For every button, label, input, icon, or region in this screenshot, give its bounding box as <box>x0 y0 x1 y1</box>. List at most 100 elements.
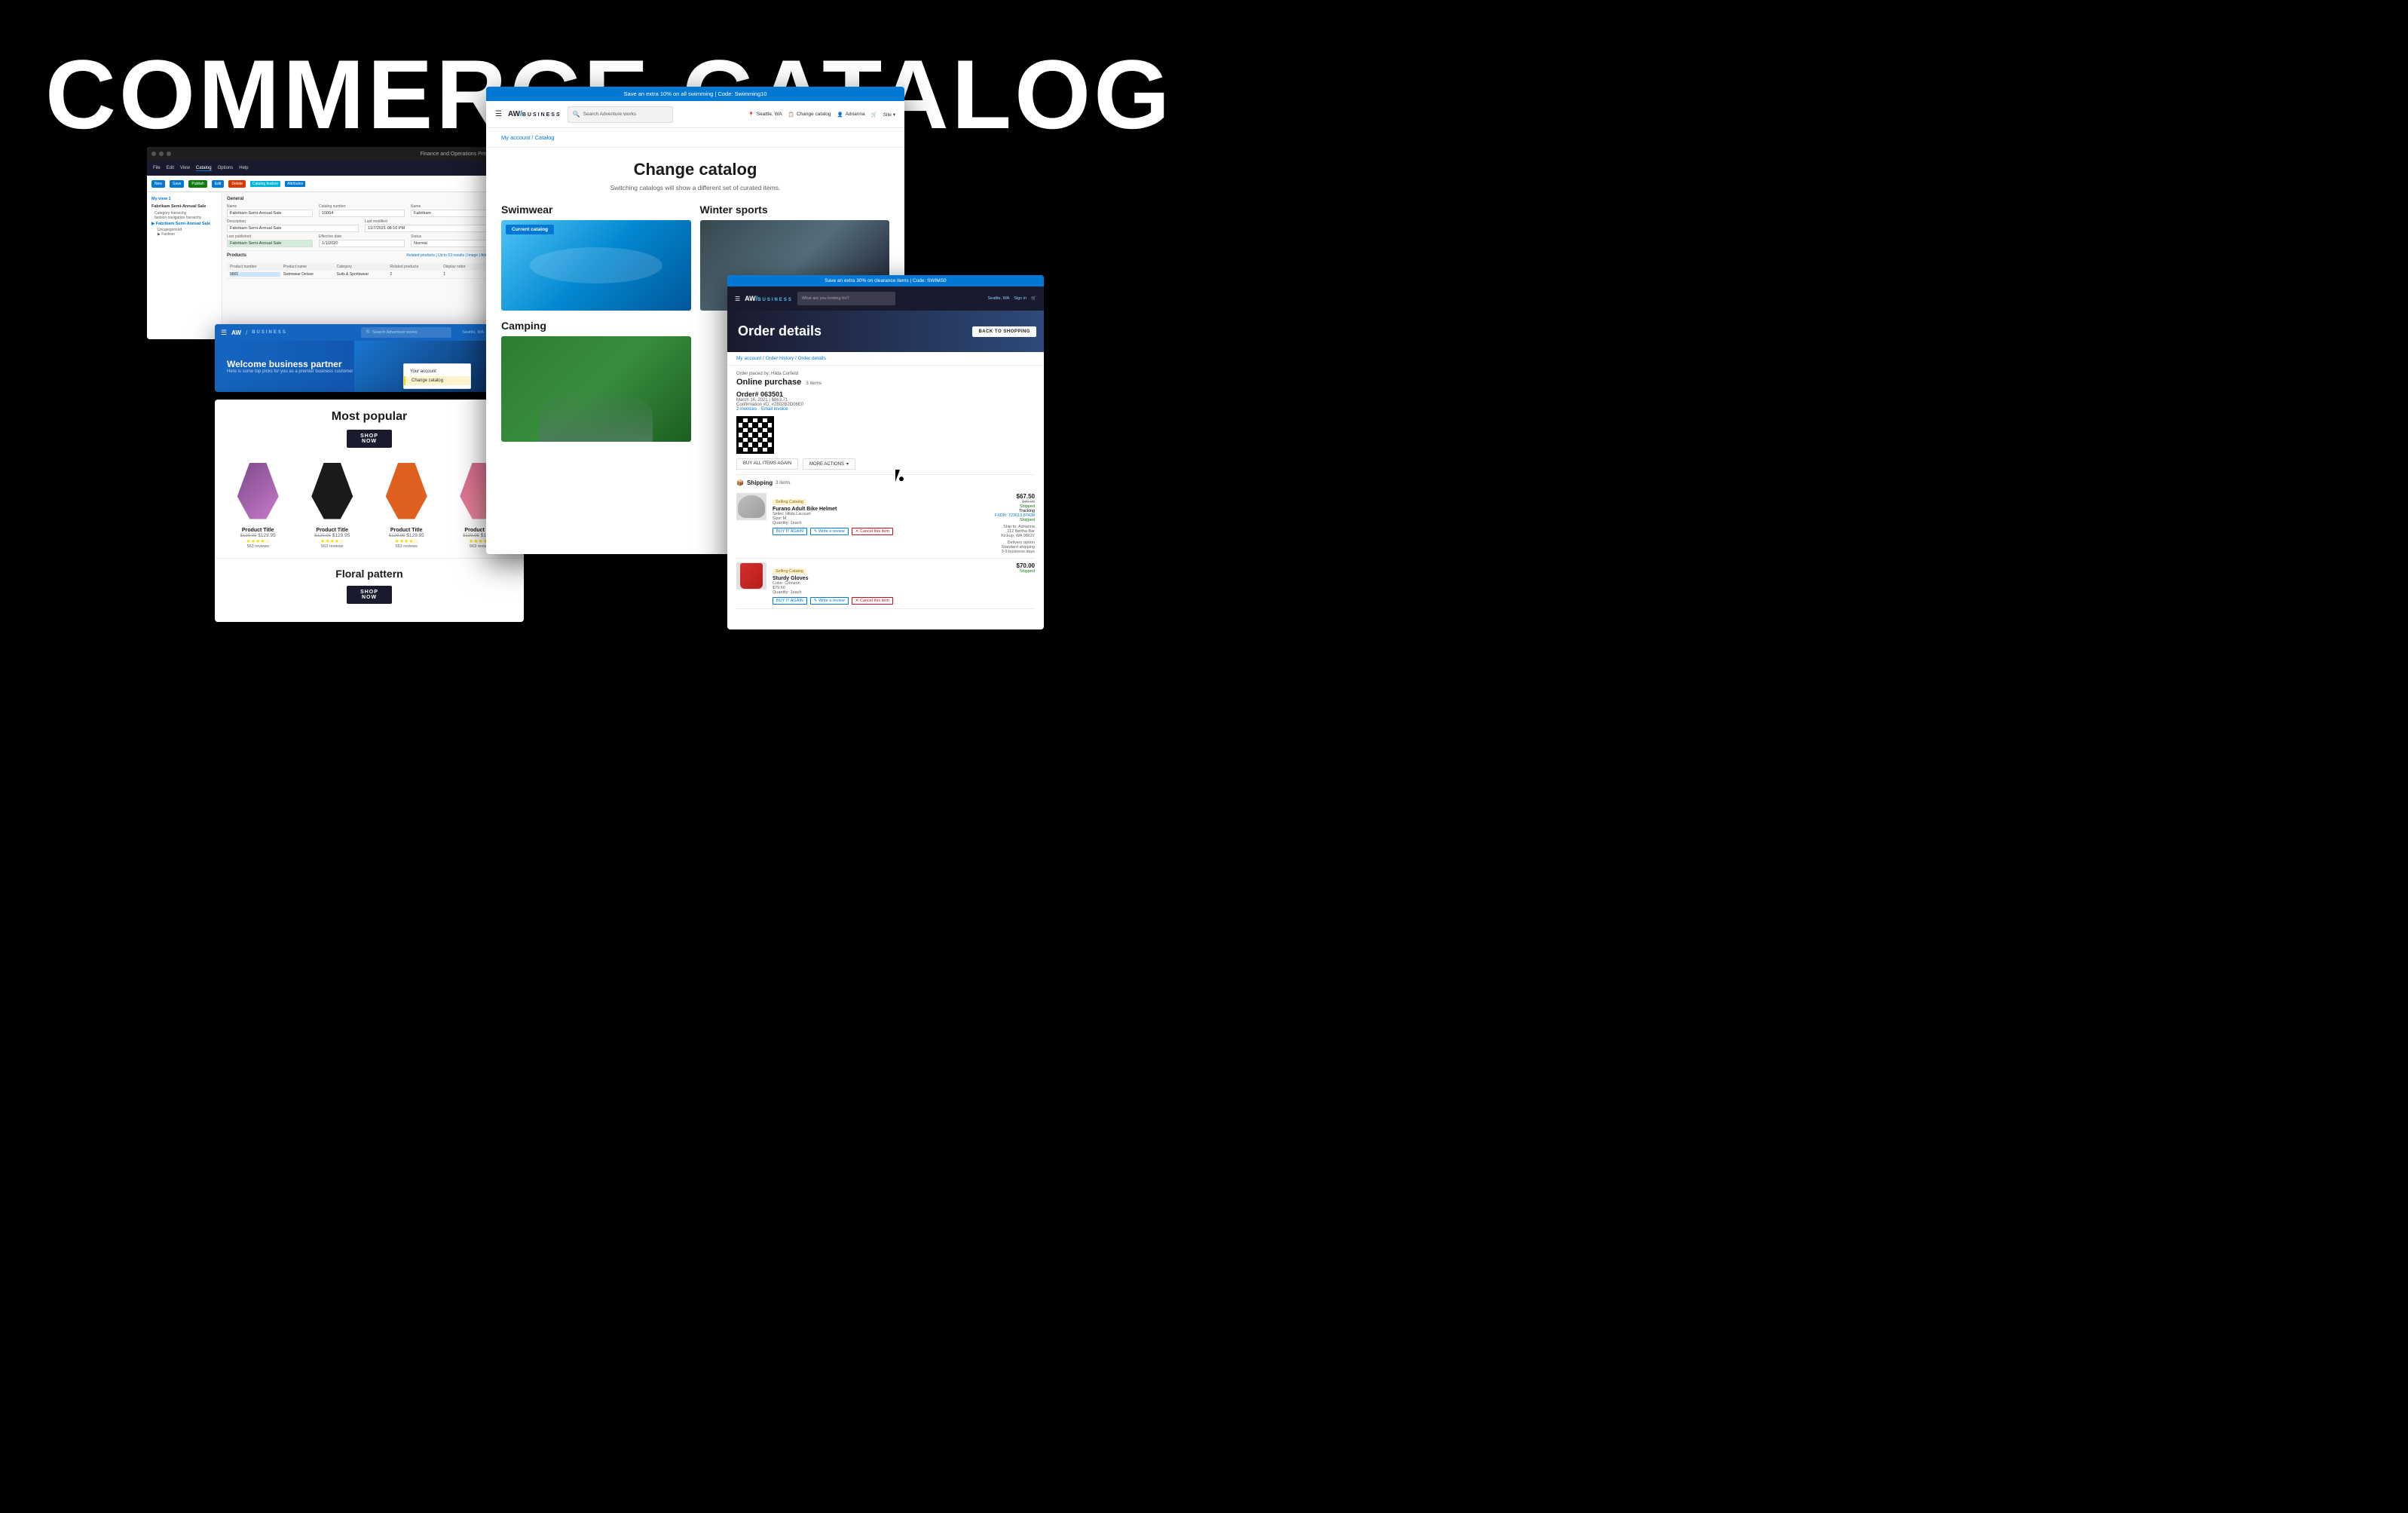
catalog-swimwear: Swimwear Current catalog <box>501 204 691 311</box>
product-item-2: Product Title $129.95 $129.95 ★★★★☆ 563 … <box>298 457 367 549</box>
catalog-cart[interactable]: 🛒 <box>871 112 877 118</box>
fo-grid-row-1: 0001 Swimwear Deluxe Suits & Sportswear … <box>227 271 497 279</box>
fo-nav-file[interactable]: File <box>153 166 161 170</box>
order-gloves-status: Shipped <box>997 569 1035 574</box>
order-helmet-details: Selling Catalog Furano Adult Bike Helmet… <box>773 493 989 535</box>
product-reviews-1: 563 reviews <box>224 544 292 549</box>
order-nav-right: Seattle, WA Sign in 🛒 <box>987 296 1036 301</box>
fo-sale-title: Fabrikam Semi-Annual Sale <box>151 204 217 209</box>
order-gloves-write-review[interactable]: ✎ Write a review <box>810 597 849 605</box>
order-gloves-qty: Quantity: 1each <box>773 590 991 595</box>
b2b-dropdown-account[interactable]: Your account <box>404 367 470 376</box>
order-content: Order placed by: Hilda Corfield Online p… <box>727 366 1044 615</box>
catalog-breadcrumb: My account / Catalog <box>486 128 904 148</box>
order-helmet-cancel[interactable]: ✕ Cancel this item <box>852 528 893 535</box>
fo-nav-edit[interactable]: Edit <box>167 166 174 170</box>
b2b-header: ☰ AW / BUSINESS 🔍 Search Adventure works… <box>215 324 524 341</box>
fo-grid-header: Product number Product name Category Rel… <box>227 263 497 271</box>
order-gloves-btns: BUY IT AGAIN ✎ Write a review ✕ Cancel t… <box>773 597 991 605</box>
fo-nav-catalog[interactable]: Catalog <box>196 166 212 171</box>
order-more-actions[interactable]: MORE ACTIONS ▾ <box>803 458 855 470</box>
fo-status-value: Normal <box>411 240 497 247</box>
most-popular-shop-btn[interactable]: SHOP NOW <box>347 430 392 448</box>
fo-nav-view[interactable]: View <box>180 166 190 170</box>
fo-fashion-sub[interactable]: ▶ Fashion <box>158 232 217 237</box>
catalog-swimwear-img[interactable]: Current catalog <box>501 220 691 311</box>
order-helmet-write-review[interactable]: ✎ Write a review <box>810 528 849 535</box>
order-invoices[interactable]: 2 Invoices <box>736 407 757 412</box>
catalog-page-title: Change catalog <box>501 160 889 179</box>
catalog-camping-img[interactable] <box>501 336 691 442</box>
b2b-hero-title: Welcome business partner <box>227 359 353 369</box>
product-price-2: $129.95 $129.95 <box>298 533 367 538</box>
b2b-hamburger[interactable]: ☰ <box>221 329 227 337</box>
order-location: Seattle, WA <box>987 296 1009 301</box>
catalog-camping-title: Camping <box>501 320 691 332</box>
catalog-nav-right: 📍 Seattle, WA 📋 Change catalog 👤 Adriann… <box>748 112 895 118</box>
order-section-title: Online purchase <box>736 378 801 387</box>
catalog-user[interactable]: 👤 Adrianna <box>837 112 865 118</box>
fo-sidebar-fabrikam[interactable]: ▶ Fabrikam Semi-Annual Sale <box>151 220 217 228</box>
order-helmet-name: Furano Adult Bike Helmet <box>773 507 989 512</box>
catalog-hamburger[interactable]: ☰ <box>495 110 502 118</box>
order-helmet-btns: BUY IT AGAIN ✎ Write a review ✕ Cancel t… <box>773 528 989 535</box>
order-promo-bar: Save an extra 30% on clearance items | C… <box>727 275 1044 286</box>
order-buy-all-btn[interactable]: BUY ALL ITEMS AGAIN <box>736 458 798 470</box>
fo-edit-btn[interactable]: Edit <box>212 180 225 188</box>
order-back-btn[interactable]: BACK TO SHOPPING <box>972 326 1036 337</box>
product-img-2 <box>302 457 363 525</box>
order-helmet-tag: Selling Catalog <box>773 499 806 505</box>
fo-delete-btn[interactable]: Delete <box>228 180 245 188</box>
order-shipping-title: 📦 Shipping 3 items <box>736 479 1035 486</box>
fo-nav-help[interactable]: Help <box>239 166 248 170</box>
b2b-business: BUSINESS <box>252 330 287 335</box>
catalog-search-text: Search Adventure works <box>583 112 636 117</box>
order-helmet-tracking: Tracking FXDN: 723613 87438 Shipped <box>995 509 1035 522</box>
order-gloves-img <box>736 562 766 590</box>
order-email-invoice[interactable]: Email invoice <box>761 407 788 412</box>
fo-name-value: Fabrikam Semi-Annual Sale <box>227 210 313 217</box>
order-cart[interactable]: 🛒 <box>1031 296 1036 301</box>
fo-save-btn[interactable]: Save <box>170 180 184 188</box>
b2b-dropdown: Your account Change catalog <box>403 363 471 389</box>
fo-name2-value: Fabrikam <box>411 210 497 217</box>
fo-nav: File Edit View Catalog Options Help <box>147 161 501 176</box>
order-qr-code <box>736 416 774 454</box>
catalog-swimwear-title: Swimwear <box>501 204 691 216</box>
product-grid: Product Title $129.95 $129.95 ★★★★☆ 563 … <box>215 457 524 549</box>
fo-last-published-label: Last published <box>227 234 313 239</box>
order-gloves-buy-again[interactable]: BUY IT AGAIN <box>773 597 807 605</box>
order-helmet-buy-again[interactable]: BUY IT AGAIN <box>773 528 807 535</box>
fo-status-label: Status <box>411 234 497 239</box>
fo-effdate-label: Effective date <box>319 234 405 239</box>
product-stars-2: ★★★★☆ <box>298 538 367 544</box>
floral-shop-btn[interactable]: SHOP NOW <box>347 586 392 604</box>
order-tracking-status: Shipped <box>1020 518 1035 522</box>
catalog-search[interactable]: 🔍 Search Adventure works <box>568 106 673 123</box>
b2b-search[interactable]: 🔍 Search Adventure works <box>361 327 451 338</box>
b2b-dropdown-catalog[interactable]: Change catalog <box>404 376 470 385</box>
order-gloves-price-section: $70.00 Shipped <box>997 562 1035 574</box>
fo-new-btn[interactable]: New <box>151 180 165 188</box>
fo-nav-options[interactable]: Options <box>218 166 234 170</box>
order-gloves-cancel[interactable]: ✕ Cancel this item <box>852 597 893 605</box>
order-logo: AW/BUSINESS <box>745 295 793 302</box>
product-name-3: Product Title <box>372 528 441 533</box>
order-hamburger[interactable]: ☰ <box>735 296 740 302</box>
catalog-change-catalog[interactable]: 📋 Change catalog <box>788 112 831 118</box>
b2b-search-text: Search Adventure works <box>372 330 418 335</box>
b2b-logo: AW <box>231 329 241 336</box>
fo-publish-btn[interactable]: Publish <box>188 180 207 188</box>
fo-related-link[interactable]: Related products | Up to 63 results | Im… <box>406 253 497 261</box>
order-header: ☰ AW/BUSINESS What are you looking for? … <box>727 286 1044 311</box>
product-item-1: Product Title $129.95 $129.95 ★★★★☆ 563 … <box>224 457 292 549</box>
catalog-site[interactable]: Site ▾ <box>883 112 895 118</box>
order-hero: Order details BACK TO SHOPPING <box>727 311 1044 352</box>
product-item-3: Product Title $129.95 $129.95 ★★★★☆ 563 … <box>372 457 441 549</box>
product-price-3: $129.95 $129.95 <box>372 533 441 538</box>
order-ship-to: Ship to: Adrianna 112 Bertha Bar Kickup,… <box>995 525 1035 538</box>
fo-my-view[interactable]: My view 1 <box>151 197 217 201</box>
order-shipping-section: 📦 Shipping 3 items <box>736 474 1035 609</box>
order-search[interactable]: What are you looking for? <box>797 292 895 305</box>
order-signin[interactable]: Sign in <box>1014 296 1027 301</box>
